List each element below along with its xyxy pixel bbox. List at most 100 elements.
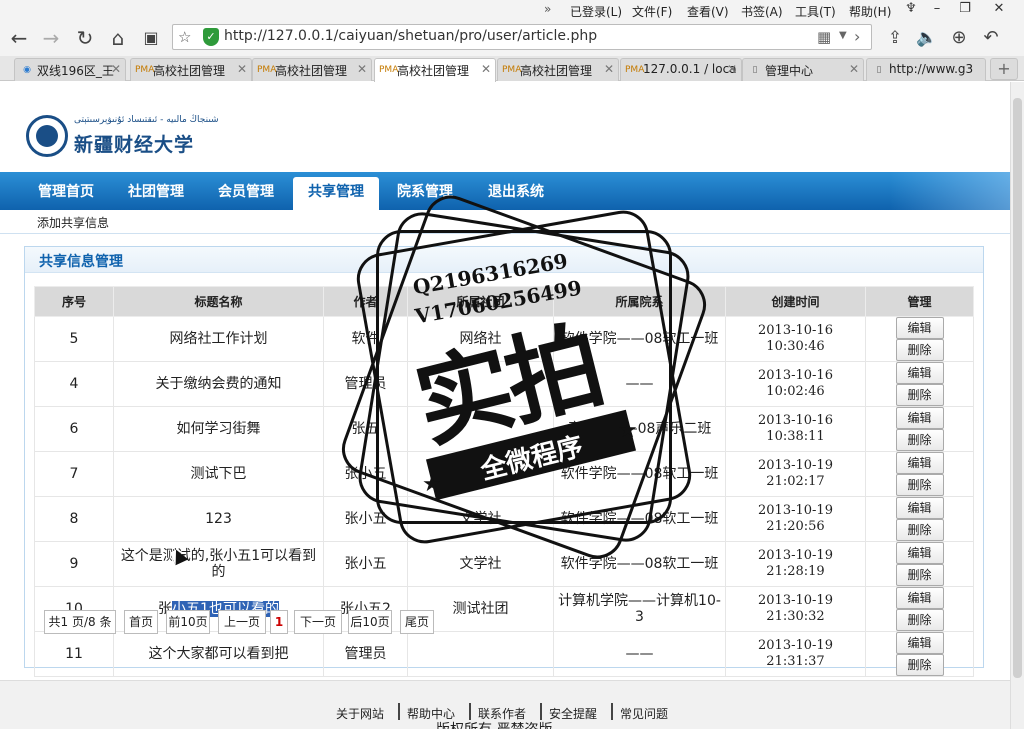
cell-author: 张小五 — [323, 541, 408, 587]
tab-5[interactable]: PMA 127.0.0.1 / loca ✕ — [620, 58, 742, 81]
cell-created: 2013-10-19 21:28:19 — [725, 541, 866, 587]
tab-4[interactable]: PMA 高校社团管理 ✕ — [497, 58, 619, 81]
nav-departments[interactable]: 院系管理 — [397, 181, 453, 201]
delete-button[interactable]: 删除 — [895, 429, 944, 451]
col-header-department: 所属院系 — [553, 286, 726, 317]
col-header-created: 创建时间 — [725, 286, 866, 317]
pma-icon: PMA — [257, 65, 277, 75]
table-row: 11 这个大家都可以看到把 管理员 —— 2013-10-19 21:31:37… — [34, 631, 974, 677]
pager-last[interactable]: 尾页 — [400, 610, 434, 634]
close-tab-icon[interactable]: ✕ — [727, 62, 737, 76]
tab-6[interactable]: ▯ 管理中心 ✕ — [742, 58, 864, 81]
close-tab-icon[interactable]: ✕ — [604, 62, 614, 76]
nav-decoration — [890, 172, 1010, 210]
go-icon[interactable]: › — [854, 27, 860, 46]
home-icon[interactable]: ⌂ — [105, 25, 131, 51]
page-icon: ▯ — [876, 65, 882, 75]
cell-actions: 编辑删除 — [865, 361, 974, 407]
footer-separator — [469, 703, 471, 720]
speaker-icon[interactable]: 🔈 — [914, 25, 940, 51]
reload-icon[interactable]: ↻ — [72, 25, 98, 51]
tab-label: 双线196区_王 — [37, 64, 114, 78]
cell-club: 文学社 — [407, 541, 554, 587]
download-icon[interactable]: ⊕ — [946, 25, 972, 51]
edit-button[interactable]: 编辑 — [895, 632, 944, 654]
edit-button[interactable]: 编辑 — [895, 497, 944, 519]
delete-button[interactable]: 删除 — [895, 519, 944, 541]
scrollbar-thumb[interactable] — [1013, 98, 1022, 678]
footer-link-about[interactable]: 关于网站 — [336, 705, 384, 722]
delete-button[interactable]: 删除 — [895, 564, 944, 586]
cell-id: 5 — [34, 316, 114, 362]
url-text[interactable]: http://127.0.0.1/caiyuan/shetuan/pro/use… — [224, 28, 597, 44]
menu-logged-in[interactable]: 已登录(L) — [570, 3, 622, 20]
minimize-icon[interactable]: – — [926, 1, 948, 19]
close-window-icon[interactable]: ✕ — [988, 1, 1010, 19]
tab-0[interactable]: ◉ 双线196区_王 ✕ — [14, 58, 126, 81]
qr-code-icon[interactable]: ▦ — [817, 28, 831, 46]
bookmark-icon[interactable]: ▣ — [138, 25, 164, 51]
pager-next10[interactable]: 后10页 — [348, 610, 392, 634]
nav-members[interactable]: 会员管理 — [218, 181, 274, 201]
skin-icon[interactable]: ♆ — [900, 1, 922, 19]
vertical-scrollbar[interactable] — [1010, 82, 1024, 729]
delete-button[interactable]: 删除 — [895, 609, 944, 631]
edit-button[interactable]: 编辑 — [895, 362, 944, 384]
tab-7[interactable]: ▯ http://www.g3 — [866, 58, 986, 81]
new-tab-button[interactable]: + — [990, 58, 1018, 80]
star-icon[interactable]: ☆ — [178, 28, 191, 46]
edit-button[interactable]: 编辑 — [895, 407, 944, 429]
pager-current[interactable]: 1 — [270, 610, 288, 634]
menu-tools[interactable]: 工具(T) — [795, 3, 836, 20]
nav-logout[interactable]: 退出系统 — [488, 181, 544, 201]
close-tab-icon[interactable]: ✕ — [849, 62, 859, 76]
cell-title: 网络社工作计划 — [113, 316, 324, 362]
pager-prev10[interactable]: 前10页 — [166, 610, 210, 634]
close-tab-icon[interactable]: ✕ — [237, 62, 247, 76]
add-share-link[interactable]: 添加共享信息 — [37, 214, 109, 231]
menu-bookmarks[interactable]: 书签(A) — [741, 3, 783, 20]
back-icon[interactable]: ← — [6, 25, 32, 51]
forward-icon[interactable]: → — [38, 25, 64, 51]
share-icon[interactable]: ⇪ — [882, 25, 908, 51]
tab-3-active[interactable]: PMA 高校社团管理 ✕ — [374, 58, 496, 82]
tab-1[interactable]: PMA 高校社团管理 ✕ — [130, 58, 252, 81]
university-logo[interactable]: شىنجاڭ مالىيە - ئىقتىساد ئۇنىۋېرسىتېتى 新… — [26, 112, 219, 164]
undo-icon[interactable]: ↶ — [978, 25, 1004, 51]
delete-button[interactable]: 删除 — [895, 654, 944, 676]
address-bar[interactable]: ☆ ✓ http://127.0.0.1/caiyuan/shetuan/pro… — [172, 24, 872, 50]
edit-button[interactable]: 编辑 — [895, 587, 944, 609]
pma-icon: PMA — [379, 65, 399, 75]
delete-button[interactable]: 删除 — [895, 339, 944, 361]
pager-prev[interactable]: 上一页 — [218, 610, 266, 634]
nav-clubs[interactable]: 社团管理 — [128, 181, 184, 201]
edit-button[interactable]: 编辑 — [895, 542, 944, 564]
delete-button[interactable]: 删除 — [895, 474, 944, 496]
nav-home[interactable]: 管理首页 — [38, 181, 94, 201]
cell-actions: 编辑删除 — [865, 586, 974, 632]
menu-help[interactable]: 帮助(H) — [849, 3, 891, 20]
restore-icon[interactable]: ❐ — [954, 1, 976, 19]
delete-button[interactable]: 删除 — [895, 384, 944, 406]
close-tab-icon[interactable]: ✕ — [111, 62, 121, 76]
close-tab-icon[interactable]: ✕ — [357, 62, 367, 76]
pager-first[interactable]: 首页 — [124, 610, 158, 634]
edit-button[interactable]: 编辑 — [895, 452, 944, 474]
menu-view[interactable]: 查看(V) — [687, 3, 729, 20]
menu-file[interactable]: 文件(F) — [632, 3, 672, 20]
tab-label: 管理中心 — [765, 64, 814, 78]
nav-sharing[interactable]: 共享管理 — [293, 177, 379, 210]
pager-next[interactable]: 下一页 — [294, 610, 342, 634]
tab-label: 127.0.0.1 / loca — [643, 62, 737, 76]
university-emblem-icon — [26, 115, 68, 157]
cell-id: 8 — [34, 496, 114, 542]
edit-button[interactable]: 编辑 — [895, 317, 944, 339]
footer-link-security[interactable]: 安全提醒 — [549, 705, 597, 722]
cell-department: —— — [553, 361, 726, 407]
chevron-right-icon[interactable]: » — [544, 2, 551, 16]
tab-2[interactable]: PMA 高校社团管理 ✕ — [252, 58, 372, 81]
chevron-down-icon[interactable]: ▼ — [839, 30, 847, 41]
footer-link-faq[interactable]: 常见问题 — [620, 705, 668, 722]
cell-id: 7 — [34, 451, 114, 497]
close-tab-icon[interactable]: ✕ — [481, 62, 491, 76]
